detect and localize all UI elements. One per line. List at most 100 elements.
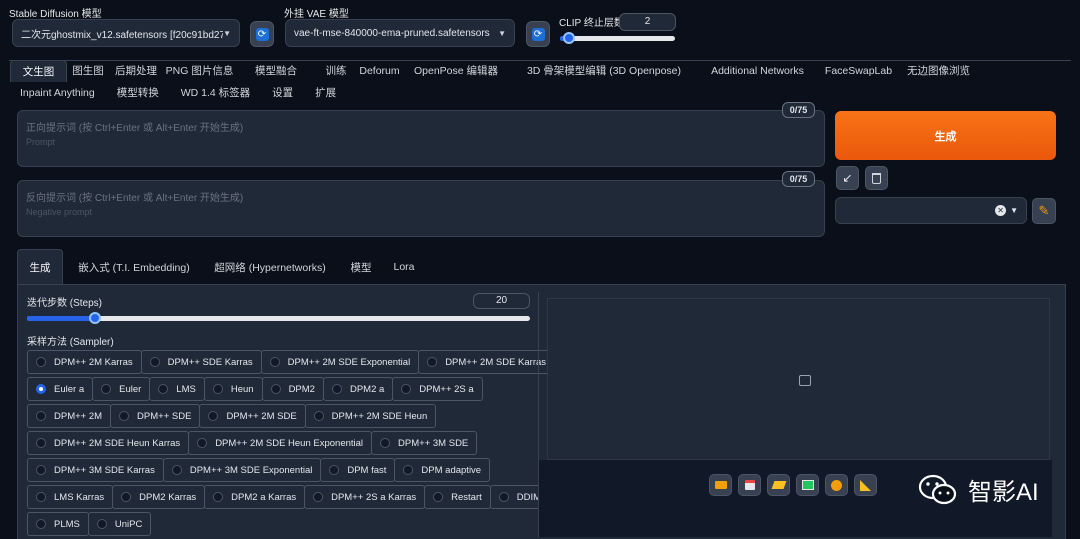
- sampler-option[interactable]: DPM++ 2M SDE: [199, 404, 306, 428]
- open-folder-button[interactable]: [709, 474, 732, 496]
- tab-1[interactable]: 图生图: [67, 60, 109, 82]
- radio-icon[interactable]: [119, 411, 130, 421]
- tab-2[interactable]: 后期处理: [109, 60, 163, 82]
- radio-icon[interactable]: [329, 465, 340, 475]
- radio-icon[interactable]: [36, 519, 46, 529]
- radio-icon[interactable]: [36, 465, 46, 475]
- tab-5[interactable]: 训练: [316, 60, 356, 82]
- tab-13[interactable]: 模型转换: [109, 82, 173, 104]
- edit-styles-button[interactable]: ✎: [1032, 198, 1056, 224]
- sampler-option[interactable]: DPM++ 2M SDE Heun: [304, 404, 437, 428]
- sampler-option[interactable]: UniPC: [87, 512, 152, 536]
- sampler-option[interactable]: DPM++ 2M Karras: [27, 350, 142, 374]
- radio-icon[interactable]: [171, 465, 182, 475]
- sampler-option[interactable]: DPM2: [261, 377, 324, 401]
- radio-icon[interactable]: [96, 519, 107, 529]
- radio-icon[interactable]: [208, 411, 219, 421]
- sampler-option[interactable]: DPM++ 2M SDE Exponential: [260, 350, 420, 374]
- radio-icon[interactable]: [427, 357, 438, 367]
- sampler-option[interactable]: Heun: [203, 377, 263, 401]
- tab-3[interactable]: PNG 图片信息: [163, 60, 236, 82]
- generate-button[interactable]: 生成: [835, 111, 1056, 160]
- steps-number-input[interactable]: 20: [473, 293, 530, 309]
- clear-icon[interactable]: ✕: [995, 205, 1007, 216]
- radio-icon[interactable]: [36, 411, 46, 421]
- radio-icon[interactable]: [36, 438, 46, 448]
- radio-icon[interactable]: [433, 492, 444, 502]
- radio-icon[interactable]: [197, 438, 208, 448]
- sampler-option[interactable]: DPM adaptive: [394, 458, 491, 482]
- sampler-option[interactable]: DPM2 a Karras: [204, 485, 306, 509]
- sampler-option[interactable]: DPM++ SDE: [110, 404, 201, 428]
- sampler-option[interactable]: DPM2 Karras: [112, 485, 206, 509]
- radio-icon[interactable]: [213, 492, 224, 502]
- radio-icon[interactable]: [331, 384, 342, 394]
- radio-icon[interactable]: [270, 384, 281, 394]
- sampler-option[interactable]: LMS: [149, 377, 205, 401]
- sampler-option[interactable]: DPM++ 3M SDE Karras: [27, 458, 164, 482]
- slider-thumb[interactable]: [88, 312, 101, 324]
- sampler-option[interactable]: DPM++ SDE Karras: [140, 350, 262, 374]
- sampler-option[interactable]: DPM++ 2M SDE Karras: [418, 350, 556, 374]
- tab-4[interactable]: 模型融合: [236, 60, 316, 82]
- sampler-option[interactable]: Euler a: [27, 377, 94, 401]
- radio-icon[interactable]: [101, 384, 112, 394]
- sd-model-refresh-button[interactable]: ⟳: [250, 21, 274, 47]
- send-to-inpaint-button[interactable]: [825, 474, 848, 496]
- tab-11[interactable]: 无边图像浏览: [901, 60, 976, 82]
- sampler-option[interactable]: DPM++ 2S a Karras: [304, 485, 426, 509]
- radio-icon[interactable]: [212, 384, 223, 394]
- radio-icon[interactable]: [313, 492, 324, 502]
- sampler-option[interactable]: LMS Karras: [27, 485, 114, 509]
- send-to-extras-button[interactable]: [854, 474, 877, 496]
- sampler-option[interactable]: DPM2 a: [322, 377, 394, 401]
- radio-icon[interactable]: [121, 492, 132, 502]
- tab-12[interactable]: Inpaint Anything: [12, 82, 109, 104]
- radio-icon[interactable]: [158, 384, 169, 394]
- sampler-option[interactable]: DPM++ 3M SDE: [371, 431, 478, 455]
- tab-0[interactable]: 文生图: [10, 60, 67, 82]
- tab-14[interactable]: WD 1.4 标签器: [173, 82, 264, 104]
- tab-15[interactable]: 设置: [264, 82, 307, 104]
- radio-icon[interactable]: [313, 411, 324, 421]
- send-to-img2img-button[interactable]: [796, 474, 819, 496]
- sampler-option[interactable]: DPM++ 2M: [27, 404, 112, 428]
- read-params-button[interactable]: ↙: [836, 166, 859, 190]
- subtab-1[interactable]: 嵌入式 (T.I. Embedding): [67, 249, 201, 285]
- save-button[interactable]: [738, 474, 761, 496]
- tab-8[interactable]: 3D 骨架模型编辑 (3D Openpose): [509, 60, 699, 82]
- prompt-textarea[interactable]: 正向提示词 (按 Ctrl+Enter 或 Alt+Enter 开始生成) Pr…: [17, 110, 825, 167]
- zip-button[interactable]: [767, 474, 790, 496]
- subtab-0[interactable]: 生成: [17, 249, 63, 285]
- sampler-option[interactable]: DPM++ 2M SDE Heun Exponential: [188, 431, 373, 455]
- subtab-3[interactable]: 模型: [339, 249, 383, 285]
- radio-icon[interactable]: [36, 492, 46, 502]
- sampler-option[interactable]: DPM++ 2M SDE Heun Karras: [27, 431, 190, 455]
- steps-slider[interactable]: [27, 312, 530, 324]
- sampler-option[interactable]: PLMS: [27, 512, 89, 536]
- radio-icon[interactable]: [36, 384, 46, 394]
- styles-dropdown[interactable]: ✕ ▼: [835, 197, 1027, 224]
- subtab-4[interactable]: Lora: [383, 249, 425, 285]
- sampler-option[interactable]: Euler: [92, 377, 151, 401]
- sampler-option[interactable]: Restart: [424, 485, 491, 509]
- tab-7[interactable]: OpenPose 编辑器: [403, 60, 509, 82]
- radio-icon[interactable]: [380, 438, 391, 448]
- subtab-2[interactable]: 超网络 (Hypernetworks): [201, 249, 339, 285]
- vae-refresh-button[interactable]: ⟳: [526, 21, 550, 47]
- clear-prompt-button[interactable]: [865, 166, 888, 190]
- tab-16[interactable]: 扩展: [307, 82, 350, 104]
- vae-dropdown[interactable]: vae-ft-mse-840000-ema-pruned.safetensors…: [285, 19, 515, 47]
- radio-icon[interactable]: [401, 384, 412, 394]
- radio-icon[interactable]: [36, 357, 46, 367]
- clip-slider[interactable]: [560, 32, 675, 44]
- negative-prompt-textarea[interactable]: 反向提示词 (按 Ctrl+Enter 或 Alt+Enter 开始生成) Ne…: [17, 180, 825, 237]
- clip-number-input[interactable]: 2: [619, 13, 676, 31]
- radio-icon[interactable]: [403, 465, 414, 475]
- slider-thumb[interactable]: [563, 32, 576, 44]
- tab-9[interactable]: Additional Networks: [699, 60, 816, 82]
- sampler-option[interactable]: DPM++ 2S a: [392, 377, 483, 401]
- radio-icon[interactable]: [149, 357, 160, 367]
- tab-10[interactable]: FaceSwapLab: [816, 60, 901, 82]
- sampler-option[interactable]: DPM fast: [320, 458, 396, 482]
